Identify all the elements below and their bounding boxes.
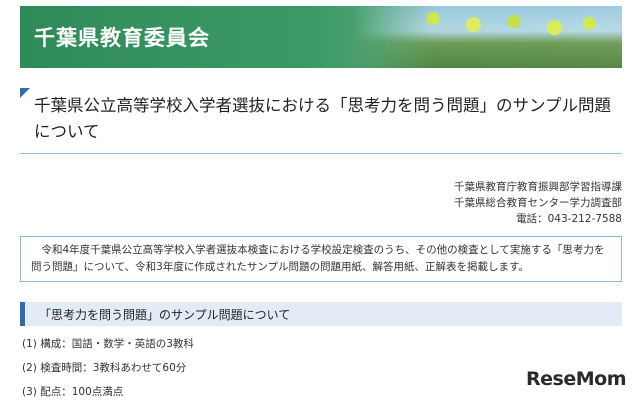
header-banner: 千葉県教育委員会 <box>20 6 622 68</box>
page-title: 千葉県公立高等学校入学者選抜における「思考力を問う問題」のサンプル問題について <box>34 96 612 141</box>
header-photo <box>352 6 622 68</box>
heading-corner-mark <box>20 88 30 98</box>
page-heading: 千葉県公立高等学校入学者選抜における「思考力を問う問題」のサンプル問題について <box>20 88 622 154</box>
list-item: (1) 構成：国語・数学・英語の3教科 <box>22 338 194 350</box>
section-title: 「思考力を問う問題」のサンプル問題について <box>39 308 291 322</box>
contact-center: 千葉県総合教育センター学力調査部 <box>454 197 622 209</box>
notice-box: 令和4年度千葉県公立高等学校入学者選抜本検査における学校設定検査のうち、その他の… <box>20 236 622 282</box>
logo-text: ReseMom <box>526 368 626 390</box>
contact-info: 千葉県教育庁教育振興部学習指導課 千葉県総合教育センター学力調査部 電話：043… <box>454 179 622 227</box>
section-header: 「思考力を問う問題」のサンプル問題について <box>20 302 622 326</box>
list-item: (2) 検査時間：3教科あわせて60分 <box>22 362 187 374</box>
resemom-logo: ReseMom <box>526 368 626 390</box>
notice-text: 令和4年度千葉県公立高等学校入学者選抜本検査における学校設定検査のうち、その他の… <box>31 244 605 273</box>
contact-phone: 電話：043-212-7588 <box>516 213 622 225</box>
site-title[interactable]: 千葉県教育委員会 <box>34 22 210 52</box>
section-item-list: (1) 構成：国語・数学・英語の3教科 (2) 検査時間：3教科あわせて60分 … <box>22 336 194 403</box>
contact-department: 千葉県教育庁教育振興部学習指導課 <box>454 181 622 193</box>
list-item: (3) 配点：100点満点 <box>22 386 124 398</box>
